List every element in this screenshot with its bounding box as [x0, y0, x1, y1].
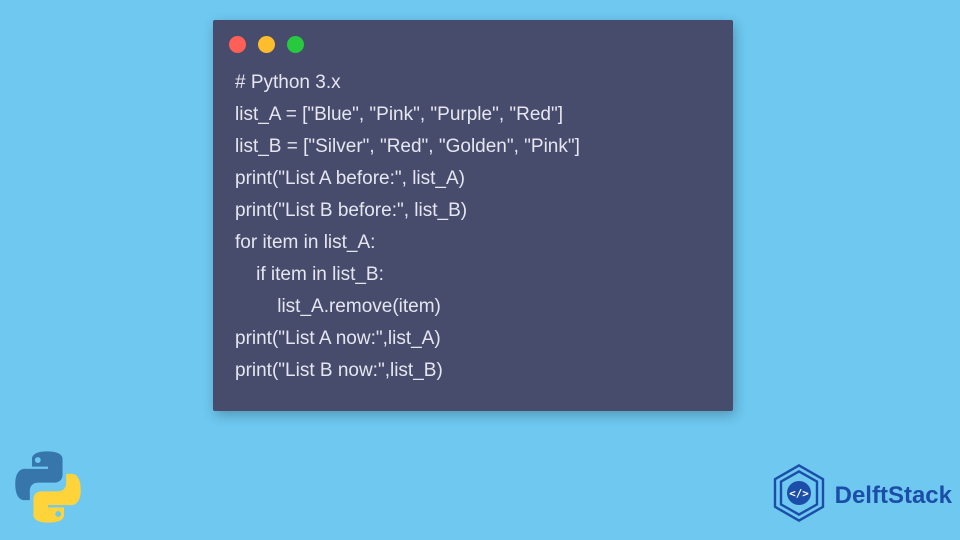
- svg-text:</>: </>: [789, 487, 809, 500]
- python-logo-icon: [8, 447, 88, 532]
- canvas: # Python 3.x list_A = ["Blue", "Pink", "…: [0, 0, 960, 540]
- delftstack-name: DelftStack: [835, 482, 952, 510]
- maximize-icon: [287, 36, 304, 53]
- delftstack-emblem-icon: </>: [769, 463, 829, 528]
- code-snippet: # Python 3.x list_A = ["Blue", "Pink", "…: [213, 53, 733, 397]
- delftstack-logo: </> DelftStack: [769, 463, 952, 528]
- close-icon: [229, 36, 246, 53]
- window-titlebar: [213, 20, 733, 53]
- code-window: # Python 3.x list_A = ["Blue", "Pink", "…: [213, 20, 733, 411]
- minimize-icon: [258, 36, 275, 53]
